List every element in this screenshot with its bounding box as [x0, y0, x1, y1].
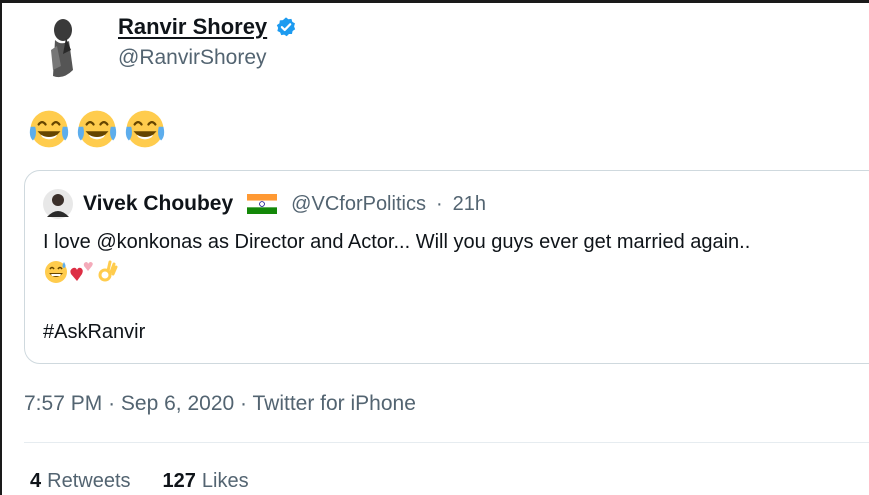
retweets-count: 4 [30, 470, 42, 492]
retweets-label: Retweets [47, 470, 131, 492]
tears-of-joy-emoji-icon [29, 110, 69, 148]
tweet-stats: 4 Retweets 127 Likes [30, 470, 249, 493]
quoted-author-handle[interactable]: @VCforPolitics [291, 193, 426, 216]
quoted-tweet-card[interactable]: Vivek Choubey @VCforPolitics · 21h I lov… [24, 170, 869, 364]
tweet-time[interactable]: 7:57 PM [24, 392, 102, 415]
retweets-stat[interactable]: 4 Retweets [30, 470, 131, 493]
author-name-row: Ranvir Shorey [118, 14, 297, 40]
ok-hand-icon [98, 260, 118, 282]
tweet-body-emojis [26, 106, 168, 152]
quoted-tweet-text: I love @konkonas as Director and Actor..… [43, 231, 751, 253]
author-display-name[interactable]: Ranvir Shorey [118, 14, 267, 40]
tears-of-joy-emoji-icon [77, 110, 117, 148]
india-flag-icon [247, 194, 278, 214]
quoted-header-separator: · [435, 192, 443, 215]
likes-label: Likes [201, 470, 249, 492]
tweet-metadata: 7:57 PM · Sep 6, 2020 · Twitter for iPho… [24, 392, 416, 416]
author-handle[interactable]: @RanvirShorey [118, 46, 267, 70]
tweet-source[interactable]: Twitter for iPhone [252, 392, 415, 415]
quoted-tweet-emojis [43, 259, 121, 285]
quoted-author-name[interactable]: Vivek Choubey [83, 192, 233, 216]
author-avatar[interactable] [33, 10, 89, 82]
quoted-tweet-hashtag[interactable]: #AskRanvir [43, 321, 145, 344]
stats-divider [24, 442, 869, 443]
verified-badge-icon [277, 17, 296, 37]
meta-separator: · [108, 392, 116, 415]
tweet-date[interactable]: Sep 6, 2020 [121, 392, 234, 415]
quoted-tweet-time[interactable]: 21h [453, 193, 486, 216]
grinning-face-with-sweat-icon [45, 261, 67, 283]
two-hearts-icon [70, 262, 93, 281]
quoted-author-avatar[interactable] [43, 189, 73, 219]
tears-of-joy-emoji-icon [125, 110, 165, 148]
quoted-tweet-header: Vivek Choubey @VCforPolitics · 21h [43, 189, 486, 219]
meta-separator: · [240, 392, 248, 415]
likes-stat[interactable]: 127 Likes [163, 470, 249, 493]
likes-count: 127 [162, 470, 196, 492]
